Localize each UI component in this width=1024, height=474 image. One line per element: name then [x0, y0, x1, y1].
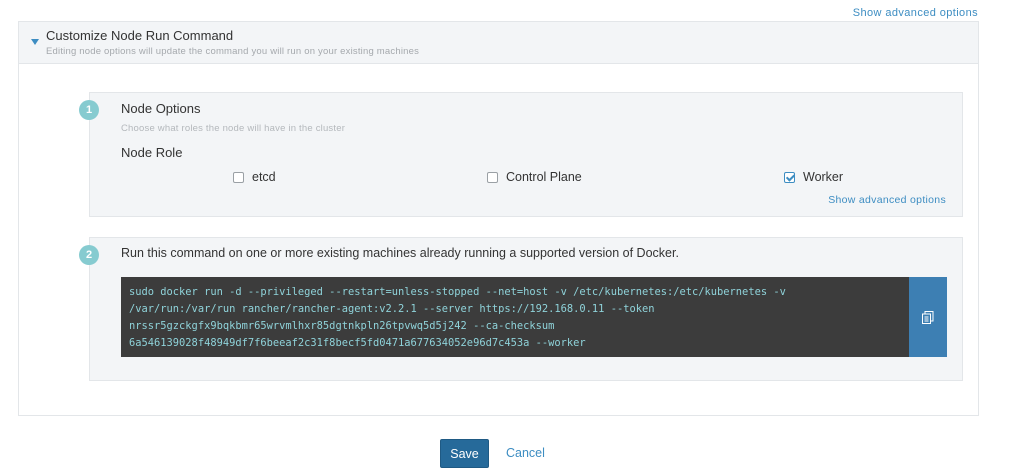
panel-title: Customize Node Run Command: [46, 28, 234, 43]
control-plane-label: Control Plane: [506, 170, 582, 184]
control-plane-checkbox[interactable]: [487, 171, 498, 183]
show-advanced-options-link[interactable]: Show advanced options: [853, 7, 978, 19]
worker-checkbox[interactable]: [784, 171, 795, 183]
customize-node-run-command-panel: Customize Node Run Command Editing node …: [18, 21, 979, 416]
caret-down-icon[interactable]: [31, 39, 39, 45]
panel-header[interactable]: Customize Node Run Command Editing node …: [19, 22, 978, 64]
step-1-badge: 1: [79, 100, 99, 120]
worker-label: Worker: [803, 170, 844, 184]
etcd-checkbox[interactable]: [233, 171, 244, 183]
etcd-checkbox-option[interactable]: etcd: [233, 170, 276, 184]
worker-checkbox-option[interactable]: Worker: [784, 170, 843, 184]
run-command-instructions: Run this command on one or more existing…: [121, 246, 679, 260]
command-code-block[interactable]: sudo docker run -d --privileged --restar…: [121, 277, 909, 357]
command-line: 6a546139028f48949df7f6beeaf2c31f8becf5fd…: [129, 337, 586, 349]
panel-subtitle: Editing node options will update the com…: [46, 46, 420, 57]
clipboard-icon: [922, 310, 934, 324]
node-options-section: 1 Node Options Choose what roles the nod…: [79, 92, 963, 217]
command-line: /var/run:/var/run rancher/rancher-agent:…: [129, 303, 655, 315]
command-line: sudo docker run -d --privileged --restar…: [129, 286, 786, 298]
control-plane-checkbox-option[interactable]: Control Plane: [487, 170, 582, 184]
etcd-label: etcd: [252, 170, 276, 184]
save-button[interactable]: Save: [440, 439, 489, 468]
step-2-badge: 2: [79, 245, 99, 265]
copy-command-button[interactable]: [909, 277, 947, 357]
node-options-subtitle: Choose what roles the node will have in …: [121, 123, 346, 134]
node-options-title: Node Options: [121, 101, 201, 116]
command-line: nrssr5gzckgfx9bqkbmr65wrvmlhxr85dgtnkpln…: [129, 320, 555, 332]
node-show-advanced-options-link[interactable]: Show advanced options: [828, 194, 946, 206]
cancel-link[interactable]: Cancel: [506, 446, 545, 460]
run-command-section: 2 Run this command on one or more existi…: [79, 237, 963, 381]
node-role-label: Node Role: [121, 145, 183, 160]
